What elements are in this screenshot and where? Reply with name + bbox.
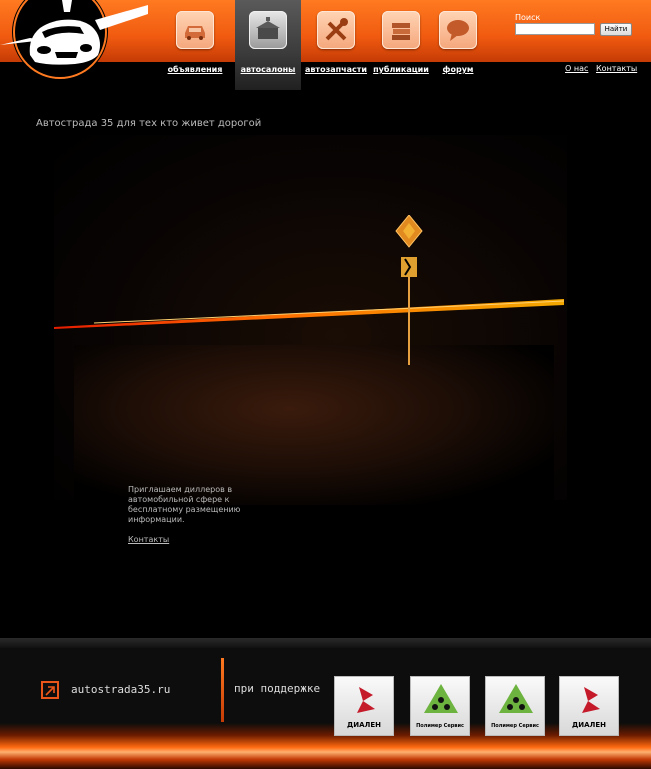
promo-contacts-link[interactable]: Контакты [128,535,169,544]
footer-top-bar [0,638,651,648]
tools-icon [317,11,355,49]
dealership-icon [249,11,287,49]
car-icon [176,11,214,49]
promo-text: Приглашаем диллеров в автомобильной сфер… [128,485,241,524]
road-sign-icon [395,215,423,365]
nav-label-ads: объявления [167,65,223,74]
books-icon [382,11,420,49]
footer-site-name[interactable]: autostrada35.ru [71,683,170,696]
nav-label-forum: форум [442,65,474,74]
nav-item-parts[interactable]: автозапчасти [305,0,367,90]
hero-photo [54,135,567,505]
sponsor-logo-polymer[interactable]: Полимер Сервис [485,676,545,736]
footer-divider [221,658,224,722]
footer [0,648,651,769]
hero-road [74,345,554,505]
contacts-link[interactable]: Контакты [596,64,637,73]
polymer-logo-icon [499,684,533,713]
dialen-logo-icon [582,687,600,713]
search-button[interactable]: Найти [600,23,632,36]
hero-horizon [54,299,564,329]
search-label: Поиск [515,13,541,22]
polymer-logo-icon [424,684,458,713]
nav-item-ads[interactable]: объявления [164,0,226,90]
about-link[interactable]: О нас [565,64,588,73]
sponsor-name: Полимер Сервис [416,723,464,729]
nav-item-publications[interactable]: публикации [370,0,432,90]
external-link-icon[interactable] [41,681,59,699]
footer-support-label: при поддержке [234,682,321,695]
sponsor-logo-dialen[interactable]: ДИАЛЕН [334,676,394,736]
dialen-logo-icon [357,687,375,713]
speech-bubble-icon [439,11,477,49]
sponsor-name: ДИАЛЕН [572,721,606,729]
sponsor-logo-dialen[interactable]: ДИАЛЕН [559,676,619,736]
sponsor-logo-polymer[interactable]: Полимер Сервис [410,676,470,736]
page-tagline: Автострада 35 для тех кто живет дорогой [36,118,262,129]
nav-item-forum[interactable]: форум [427,0,489,90]
nav-item-dealers[interactable]: автосалоны [235,0,301,90]
sponsor-name: ДИАЛЕН [347,721,381,729]
site-logo[interactable] [0,0,150,82]
search-input[interactable] [515,23,595,35]
sponsor-name: Полимер Сервис [491,723,539,729]
